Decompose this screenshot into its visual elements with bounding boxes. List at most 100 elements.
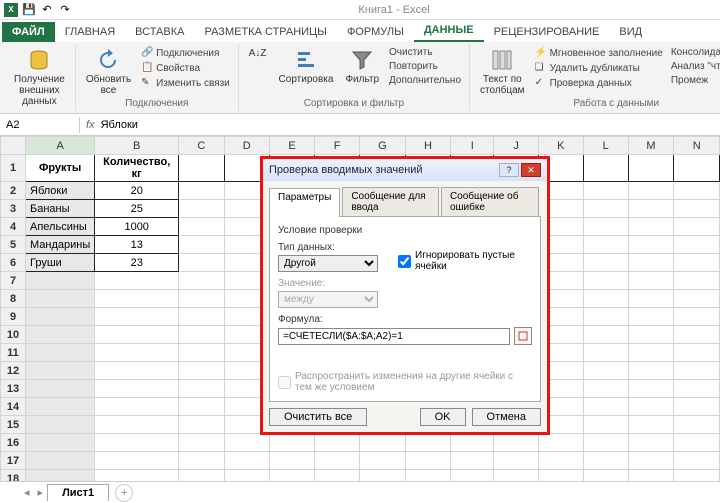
tab-home[interactable]: ГЛАВНАЯ — [55, 22, 125, 42]
cell[interactable]: Яблоки — [26, 182, 95, 200]
ribbon-tabs: ФАЙЛ ГЛАВНАЯ ВСТАВКА РАЗМЕТКА СТРАНИЦЫ Ф… — [0, 20, 720, 42]
connections-item[interactable]: 🔗Подключения — [139, 46, 232, 60]
ignore-blank-checkbox[interactable]: Игнорировать пустые ячейки — [398, 250, 532, 272]
reapply-item[interactable]: Повторить — [387, 60, 463, 73]
type-select[interactable]: Другой — [278, 255, 378, 272]
cell[interactable]: 13 — [95, 236, 179, 254]
get-external-data-button[interactable]: Получение внешних данных — [10, 46, 69, 109]
cancel-button[interactable]: Отмена — [472, 408, 541, 426]
dialog-close-button[interactable]: ✕ — [521, 163, 541, 177]
formula-field[interactable] — [278, 328, 510, 345]
tab-formulas[interactable]: ФОРМУЛЫ — [337, 22, 414, 42]
add-sheet-button[interactable]: + — [115, 484, 133, 502]
propagate-checkbox[interactable]: Распространить изменения на другие ячейк… — [278, 371, 532, 393]
row-header[interactable]: 14 — [1, 398, 26, 416]
col-header-a[interactable]: A — [26, 137, 95, 155]
cell[interactable]: Количество, кг — [95, 155, 179, 182]
dialog-tab-error-msg[interactable]: Сообщение об ошибке — [441, 187, 539, 216]
formula-input[interactable] — [101, 119, 501, 131]
col-header-e[interactable]: E — [269, 137, 314, 155]
row-header[interactable]: 5 — [1, 236, 26, 254]
select-all-corner[interactable] — [1, 137, 26, 155]
row-header[interactable]: 13 — [1, 380, 26, 398]
clear-filter-item[interactable]: Очистить — [387, 46, 463, 59]
consolidate-item[interactable]: Консолидация — [669, 46, 720, 59]
grid-icon — [518, 331, 528, 341]
row-header[interactable]: 9 — [1, 308, 26, 326]
link-icon: 🔗 — [141, 47, 153, 59]
range-picker-button[interactable] — [514, 327, 532, 345]
col-header-j[interactable]: J — [494, 137, 538, 155]
cell[interactable]: 1000 — [95, 218, 179, 236]
what-if-item[interactable]: Анализ "что если" — [669, 60, 720, 73]
text-to-columns-button[interactable]: Текст по столбцам — [476, 46, 529, 98]
cell[interactable]: 23 — [95, 254, 179, 272]
undo-icon[interactable]: ↶ — [40, 3, 54, 17]
tab-layout[interactable]: РАЗМЕТКА СТРАНИЦЫ — [194, 22, 336, 42]
row-header[interactable]: 8 — [1, 290, 26, 308]
col-header-c[interactable]: C — [179, 137, 224, 155]
ignore-blank-input[interactable] — [398, 255, 411, 268]
col-header-l[interactable]: L — [583, 137, 628, 155]
col-header-n[interactable]: N — [674, 137, 720, 155]
cell[interactable]: Мандарины — [26, 236, 95, 254]
tab-file[interactable]: ФАЙЛ — [2, 22, 55, 42]
col-header-m[interactable]: M — [628, 137, 674, 155]
row-header[interactable]: 15 — [1, 416, 26, 434]
row-header[interactable]: 2 — [1, 182, 26, 200]
tab-data[interactable]: ДАННЫЕ — [414, 20, 484, 42]
sheet-nav-prev[interactable]: ◂ — [20, 486, 34, 499]
dialog-tab-input-msg[interactable]: Сообщение для ввода — [342, 187, 439, 216]
flash-fill-item[interactable]: ⚡Мгновенное заполнение — [533, 46, 665, 60]
col-header-b[interactable]: B — [95, 137, 179, 155]
sort-az-button[interactable]: A↓Z — [245, 46, 271, 61]
row-header[interactable]: 6 — [1, 254, 26, 272]
row-header[interactable]: 11 — [1, 344, 26, 362]
row-header[interactable]: 10 — [1, 326, 26, 344]
cell[interactable]: Фрукты — [26, 155, 95, 182]
row-header[interactable]: 17 — [1, 452, 26, 470]
sheet-nav-next[interactable]: ▸ — [34, 486, 48, 499]
remove-duplicates-item[interactable]: ❏Удалить дубликаты — [533, 61, 665, 75]
dialog-titlebar[interactable]: Проверка вводимых значений ? ✕ — [263, 159, 547, 181]
tab-insert[interactable]: ВСТАВКА — [125, 22, 194, 42]
col-header-d[interactable]: D — [224, 137, 269, 155]
tab-view[interactable]: ВИД — [609, 22, 652, 42]
row-header[interactable]: 18 — [1, 470, 26, 482]
name-box[interactable]: A2 — [0, 117, 80, 133]
properties-item[interactable]: 📋Свойства — [139, 61, 232, 75]
refresh-all-button[interactable]: Обновить все — [82, 46, 135, 98]
row-header[interactable]: 12 — [1, 362, 26, 380]
redo-icon[interactable]: ↷ — [58, 3, 72, 17]
cell[interactable]: Апельсины — [26, 218, 95, 236]
row-header[interactable]: 3 — [1, 200, 26, 218]
data-validation-item[interactable]: ✓Проверка данных — [533, 76, 665, 90]
advanced-item[interactable]: Дополнительно — [387, 74, 463, 87]
row-header[interactable]: 7 — [1, 272, 26, 290]
row-header[interactable]: 1 — [1, 155, 26, 182]
cell[interactable]: Бананы — [26, 200, 95, 218]
excel-icon: X — [4, 3, 18, 17]
fx-icon[interactable]: fx — [86, 119, 95, 131]
col-header-k[interactable]: K — [538, 137, 583, 155]
row-header[interactable]: 4 — [1, 218, 26, 236]
cell[interactable]: 25 — [95, 200, 179, 218]
save-icon[interactable]: 💾 — [22, 3, 36, 17]
dialog-help-button[interactable]: ? — [499, 163, 519, 177]
subtotal-item[interactable]: Промеж — [669, 74, 720, 87]
dialog-tab-settings[interactable]: Параметры — [269, 188, 340, 217]
cell[interactable]: Груши — [26, 254, 95, 272]
col-header-i[interactable]: I — [451, 137, 494, 155]
cell[interactable]: 20 — [95, 182, 179, 200]
edit-links-item[interactable]: ✎Изменить связи — [139, 76, 232, 90]
filter-button[interactable]: Фильтр — [341, 46, 383, 87]
col-header-g[interactable]: G — [360, 137, 406, 155]
sort-button[interactable]: Сортировка — [275, 46, 338, 87]
ok-button[interactable]: OK — [420, 408, 466, 426]
col-header-h[interactable]: H — [405, 137, 450, 155]
sheet-tab[interactable]: Лист1 — [47, 484, 109, 501]
clear-all-button[interactable]: Очистить все — [269, 408, 367, 426]
col-header-f[interactable]: F — [315, 137, 360, 155]
row-header[interactable]: 16 — [1, 434, 26, 452]
tab-review[interactable]: РЕЦЕНЗИРОВАНИЕ — [484, 22, 610, 42]
